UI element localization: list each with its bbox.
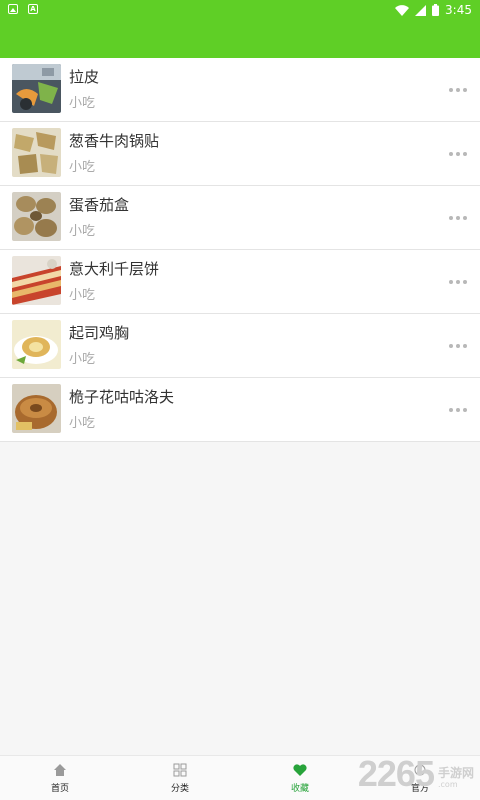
more-options-icon[interactable] [448, 80, 468, 100]
recipe-thumbnail [12, 192, 61, 241]
recipe-category: 小吃 [69, 352, 96, 367]
list-item[interactable]: 拉皮 小吃 [0, 58, 480, 122]
tab-home-label: 首页 [50, 784, 69, 794]
app-bar [0, 22, 480, 58]
watermark-number: 2265 [357, 753, 435, 794]
more-options-icon[interactable] [448, 400, 468, 420]
home-icon [54, 764, 66, 776]
recipe-category: 小吃 [69, 288, 96, 303]
cell-signal-icon [415, 4, 427, 16]
more-options-icon[interactable] [448, 208, 468, 228]
recipe-title: 起司鸡胸 [69, 324, 130, 342]
recipe-thumbnail [12, 128, 61, 177]
recipe-category: 小吃 [69, 416, 96, 431]
recipe-title: 桅子花咕咕洛夫 [69, 388, 175, 406]
list-item[interactable]: 葱香牛肉锅贴 小吃 [0, 122, 480, 186]
notification-icons: A [8, 4, 38, 14]
recipe-thumbnail [12, 384, 61, 433]
recipe-category: 小吃 [69, 96, 96, 111]
list-item[interactable]: 桅子花咕咕洛夫 小吃 [0, 378, 480, 442]
battery-icon [432, 4, 440, 16]
status-time: 3:45 [445, 3, 472, 17]
more-options-icon[interactable] [448, 144, 468, 164]
favorites-list: 拉皮 小吃 葱香牛肉锅贴 小吃 蛋香茄盒 小吃 意大利千层饼 小吃 起司鸡胸 小… [0, 58, 480, 442]
watermark: 2265 手游网 .com [358, 756, 474, 792]
watermark-site-url: .com [437, 780, 458, 790]
grid-icon [173, 763, 187, 777]
status-bar: A 3:45 [0, 0, 480, 22]
tab-home[interactable]: 首页 [0, 756, 120, 800]
tab-category-label: 分类 [170, 784, 189, 794]
more-options-icon[interactable] [448, 272, 468, 292]
tab-favorites[interactable]: 收藏 [240, 756, 360, 800]
tab-favorites-label: 收藏 [290, 784, 309, 794]
watermark-site-cn: 手游网 [437, 766, 474, 781]
more-options-icon[interactable] [448, 336, 468, 356]
recipe-thumbnail [12, 64, 61, 113]
image-notification-icon [8, 4, 18, 14]
list-item[interactable]: 起司鸡胸 小吃 [0, 314, 480, 378]
recipe-category: 小吃 [69, 224, 96, 239]
recipe-title: 蛋香茄盒 [69, 196, 130, 214]
recipe-category: 小吃 [69, 160, 96, 175]
recipe-title: 意大利千层饼 [69, 260, 160, 278]
recipe-title: 葱香牛肉锅贴 [69, 132, 160, 150]
tab-category[interactable]: 分类 [120, 756, 240, 800]
recipe-thumbnail [12, 256, 61, 305]
recipe-title: 拉皮 [69, 68, 100, 86]
heart-icon [293, 764, 307, 776]
list-item[interactable]: 蛋香茄盒 小吃 [0, 186, 480, 250]
wifi-icon [395, 4, 410, 16]
recipe-thumbnail [12, 320, 61, 369]
system-status: 3:45 [395, 3, 472, 17]
a-notification-icon: A [28, 4, 38, 14]
watermark-site: 手游网 .com [438, 766, 474, 792]
list-item[interactable]: 意大利千层饼 小吃 [0, 250, 480, 314]
